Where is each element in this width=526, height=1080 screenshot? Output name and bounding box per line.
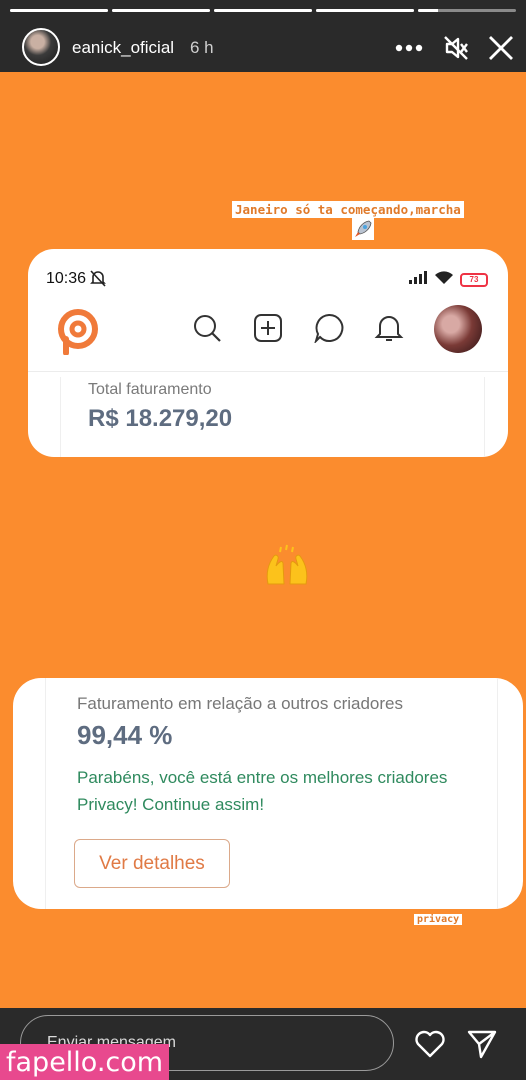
- signal-icon: [408, 270, 428, 289]
- share-send-icon[interactable]: [466, 1028, 498, 1060]
- ranking-label: Faturamento em relação a outros criadore…: [77, 694, 403, 713]
- divider: [484, 377, 485, 457]
- close-icon[interactable]: [486, 30, 516, 66]
- congratulations-message: Parabéns, você está entre os melhores cr…: [77, 768, 448, 814]
- progress-segment: [316, 9, 414, 12]
- view-details-button[interactable]: Ver detalhes: [74, 839, 230, 888]
- progress-segment: [214, 9, 312, 12]
- progress-segment: [10, 9, 108, 12]
- divider: [497, 678, 498, 909]
- total-revenue-value: R$ 18.279,20: [88, 405, 233, 432]
- progress-segment: [418, 9, 516, 12]
- chat-icon[interactable]: [313, 313, 344, 345]
- story-header: eanick_oficial 6 h: [0, 0, 526, 72]
- notification-bell-icon[interactable]: [374, 313, 404, 343]
- status-indicators: 73: [408, 269, 488, 290]
- revenue-card: 10:36 73 Total faturamento R$ 18.279,20: [28, 249, 508, 457]
- username[interactable]: eanick_oficial: [72, 38, 174, 58]
- more-options-icon[interactable]: [394, 30, 424, 66]
- divider: [28, 371, 508, 372]
- profile-picture[interactable]: [434, 305, 482, 353]
- battery-indicator: 73: [460, 272, 488, 287]
- progress-segment: [112, 9, 210, 12]
- app-header: [28, 299, 508, 367]
- story-time: 6 h: [190, 38, 214, 57]
- add-post-icon[interactable]: [253, 313, 283, 343]
- divider: [60, 377, 61, 457]
- privacy-logo-icon[interactable]: [56, 307, 100, 360]
- caption-sticker: Janeiro só ta começando,marcha: [232, 201, 464, 218]
- ranking-value: 99,44 %: [77, 720, 173, 750]
- status-time: 10:36: [46, 270, 87, 287]
- total-revenue-label: Total faturamento: [88, 381, 212, 398]
- mute-icon[interactable]: [441, 30, 471, 66]
- avatar[interactable]: [22, 28, 60, 66]
- search-icon[interactable]: [192, 313, 222, 343]
- privacy-tag-sticker: privacy: [414, 914, 463, 925]
- silent-bell-icon: [90, 269, 106, 292]
- raised-hands-icon: [264, 544, 310, 586]
- like-heart-icon[interactable]: [414, 1028, 446, 1060]
- ranking-card: Faturamento em relação a outros criadore…: [13, 678, 523, 909]
- divider: [45, 678, 46, 909]
- rocket-icon: [352, 218, 374, 240]
- wifi-icon: [434, 269, 454, 290]
- story-progress-bar: [10, 9, 516, 12]
- watermark: fapello.com: [0, 1044, 170, 1080]
